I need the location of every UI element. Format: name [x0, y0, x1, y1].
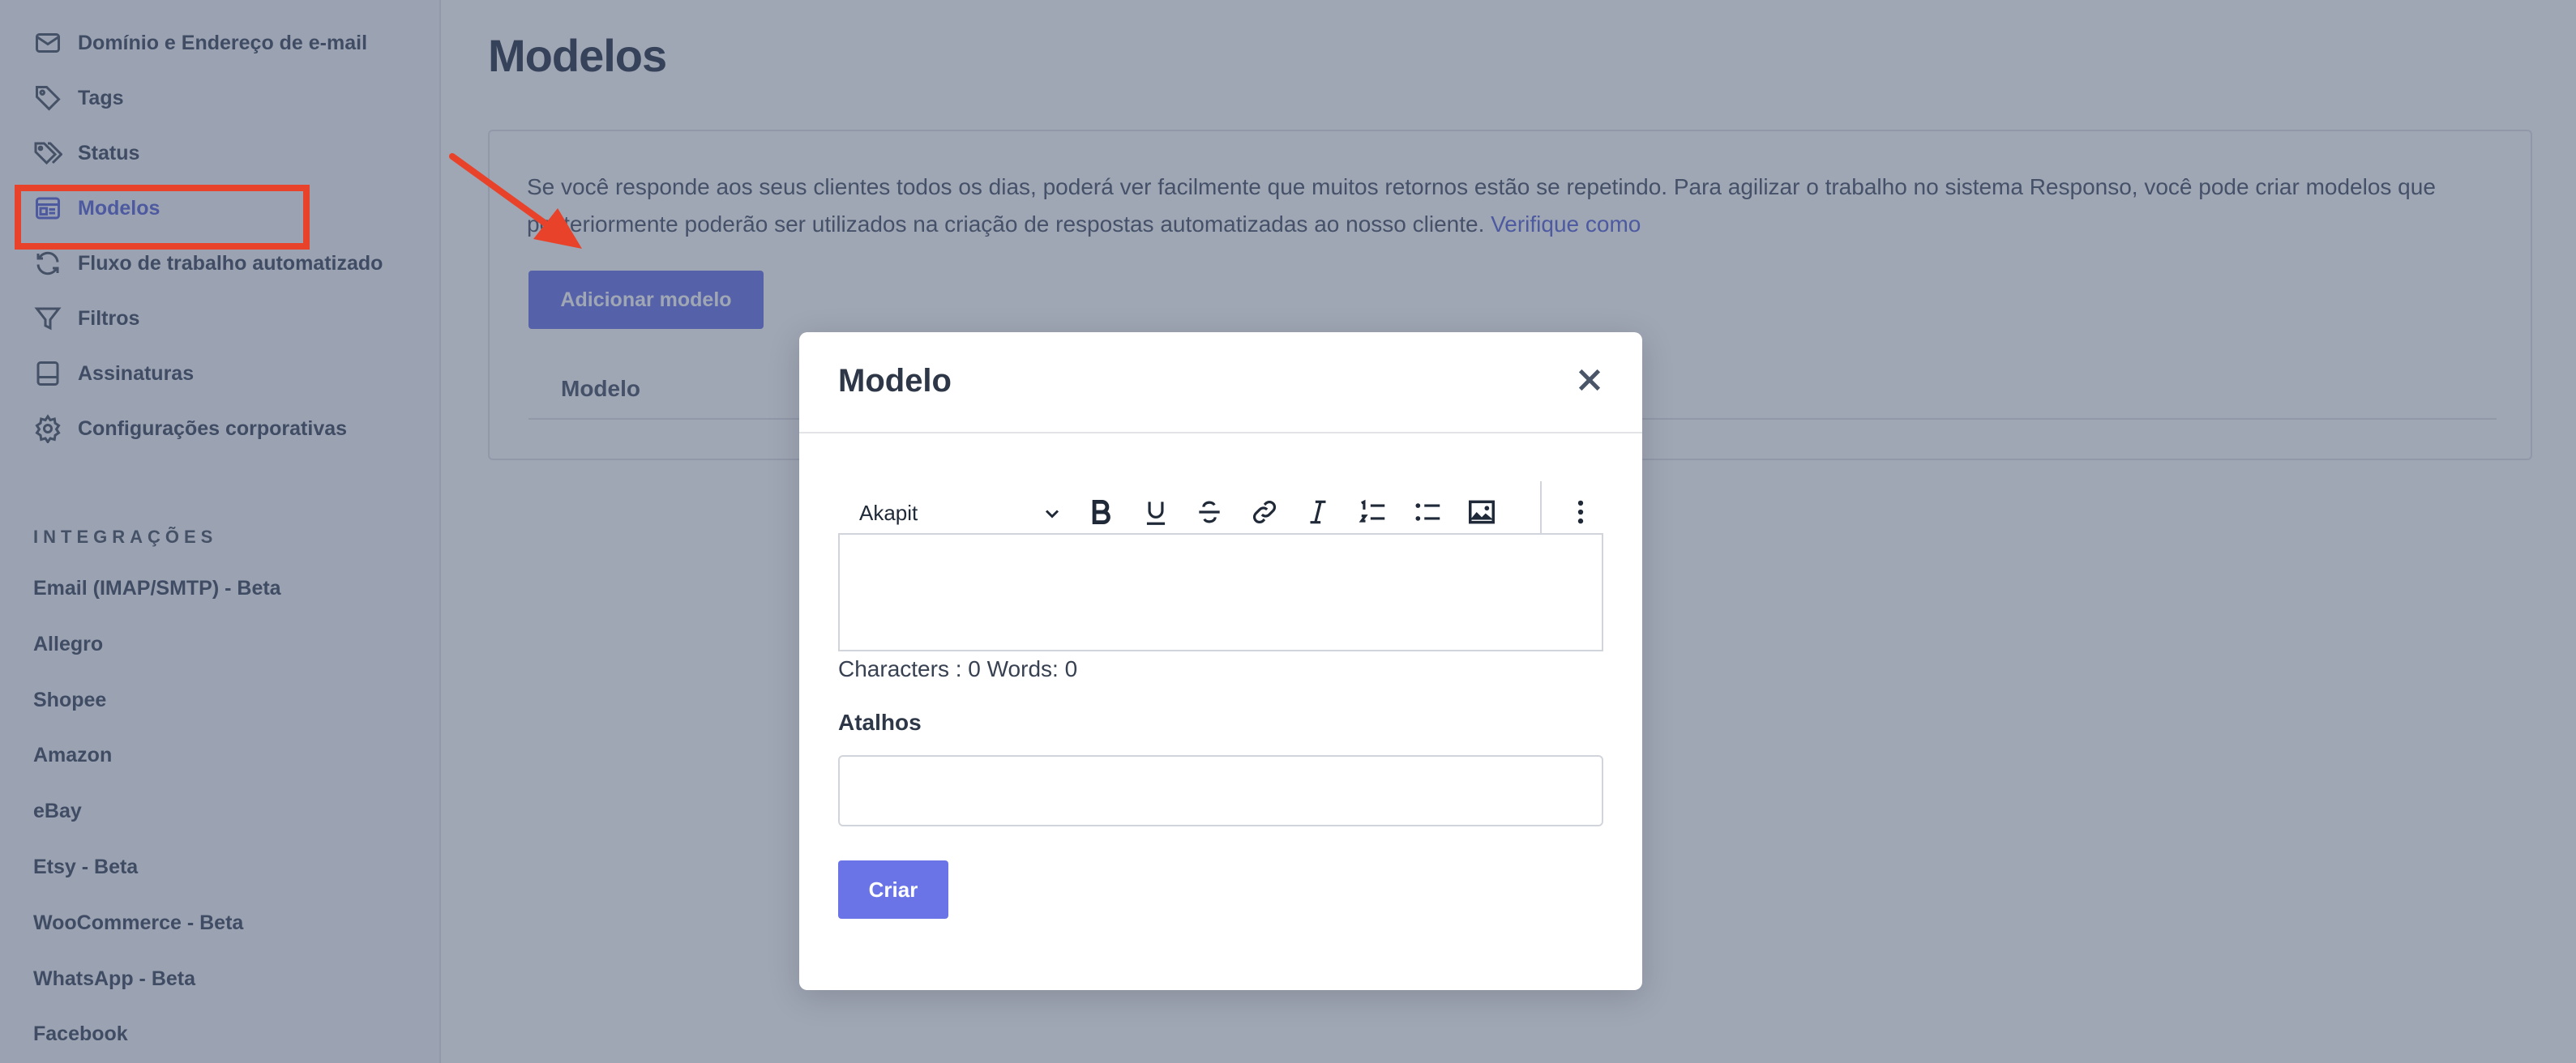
chevron-down-icon: [1045, 510, 1059, 519]
link-button[interactable]: [1242, 489, 1287, 535]
modal-divider: [799, 432, 1642, 433]
strikethrough-icon: [1199, 501, 1220, 523]
character-word-counter: Characters : 0 Words: 0: [838, 656, 1078, 681]
more-vertical-icon: [1577, 500, 1584, 524]
italic-icon: [1310, 500, 1326, 524]
modal-title: Modelo: [838, 363, 952, 399]
underline-button[interactable]: [1133, 489, 1179, 535]
bold-icon: [1092, 499, 1110, 525]
ordered-list-button[interactable]: [1350, 489, 1396, 535]
shortcuts-label: Atalhos: [838, 710, 922, 735]
template-editor[interactable]: [838, 533, 1603, 651]
template-modal: Modelo Akapit Characters: 0 Words: 0 At…: [799, 332, 1642, 990]
ordered-list-icon: [1359, 499, 1385, 523]
bullet-list-icon: [1415, 503, 1440, 521]
paragraph-style-value: Akapit: [859, 500, 918, 525]
strikethrough-button[interactable]: [1187, 489, 1232, 535]
image-button[interactable]: [1459, 489, 1504, 535]
close-button[interactable]: [1568, 358, 1611, 402]
create-button[interactable]: Criar: [838, 860, 948, 919]
image-icon: [1469, 500, 1495, 524]
more-options-button[interactable]: [1558, 489, 1603, 535]
bold-button[interactable]: [1078, 489, 1123, 535]
bullet-list-button[interactable]: [1406, 489, 1451, 535]
underline-icon: [1146, 502, 1166, 525]
link-icon: [1253, 501, 1276, 523]
close-icon: [1578, 369, 1601, 391]
shortcuts-input[interactable]: [838, 755, 1603, 826]
italic-button[interactable]: [1295, 489, 1341, 535]
